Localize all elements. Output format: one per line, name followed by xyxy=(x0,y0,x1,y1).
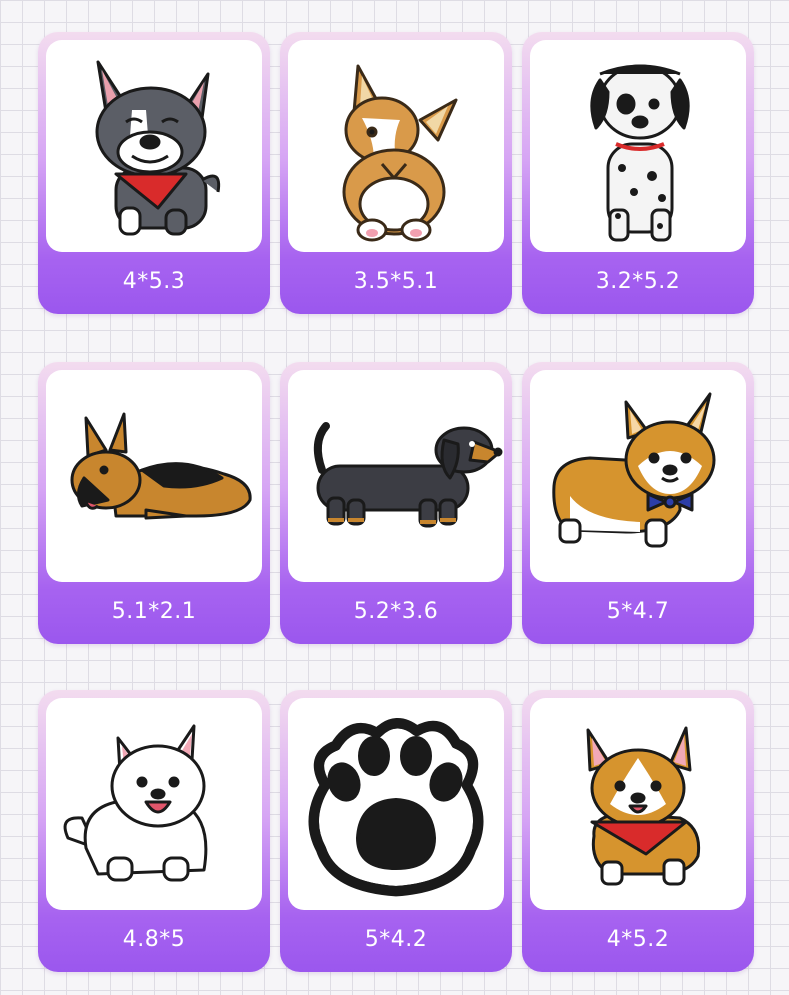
patch-image-frame xyxy=(530,370,746,582)
size-label: 5*4.2 xyxy=(364,927,428,952)
paw-print-patch-icon xyxy=(308,718,484,897)
patch-grid: 4*5.3 3.5*5.1 3.2*5.2 5.1*2.1 5.2*3.6 5*… xyxy=(0,0,789,995)
patch-image-frame xyxy=(46,698,262,910)
patch-card[interactable]: 5.2*3.6 xyxy=(280,362,512,644)
size-label: 5.1*2.1 xyxy=(111,599,197,624)
patch-card[interactable]: 4.8*5 xyxy=(38,690,270,972)
patch-image-frame xyxy=(46,40,262,252)
patch-card[interactable]: 3.5*5.1 xyxy=(280,32,512,314)
patch-card[interactable]: 4*5.2 xyxy=(522,690,754,972)
size-label: 3.2*5.2 xyxy=(595,269,681,294)
size-label: 4*5.3 xyxy=(122,269,186,294)
patch-image-frame xyxy=(288,698,504,910)
patch-image-frame xyxy=(530,698,746,910)
corgi-back-patch-icon xyxy=(342,64,458,242)
dachshund-patch-icon xyxy=(313,422,503,528)
patch-card[interactable]: 5*4.2 xyxy=(280,690,512,972)
size-label: 3.5*5.1 xyxy=(353,269,439,294)
french-bulldog-patch-icon xyxy=(95,60,221,236)
samoyed-patch-icon xyxy=(63,724,208,882)
patch-card[interactable]: 4*5.3 xyxy=(38,32,270,314)
patch-image-frame xyxy=(288,370,504,582)
size-label: 4*5.2 xyxy=(606,927,670,952)
size-label: 5.2*3.6 xyxy=(353,599,439,624)
corgi-bowtie-patch-icon xyxy=(552,392,716,548)
size-label: 4.8*5 xyxy=(122,927,186,952)
patch-image-frame xyxy=(288,40,504,252)
patch-card[interactable]: 5*4.7 xyxy=(522,362,754,644)
size-label: 5*4.7 xyxy=(606,599,670,624)
dalmatian-patch-icon xyxy=(590,64,690,242)
patch-card[interactable]: 5.1*2.1 xyxy=(38,362,270,644)
patch-card[interactable]: 3.2*5.2 xyxy=(522,32,754,314)
german-shepherd-patch-icon xyxy=(70,412,252,520)
corgi-bandana-patch-icon xyxy=(586,726,701,886)
patch-image-frame xyxy=(530,40,746,252)
patch-image-frame xyxy=(46,370,262,582)
